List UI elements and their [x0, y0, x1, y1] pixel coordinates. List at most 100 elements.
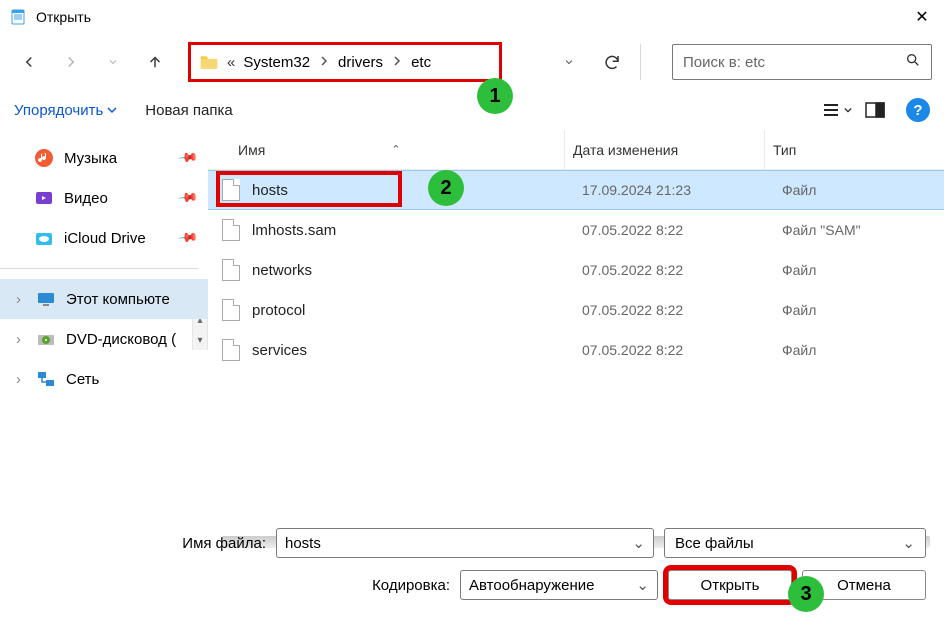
- file-date: 17.09.2024 21:23: [582, 182, 782, 198]
- file-icon: [222, 339, 240, 361]
- pin-icon: 📌: [177, 187, 200, 210]
- sidebar-item-label: Сеть: [66, 371, 99, 388]
- music-icon: [34, 148, 54, 168]
- back-button[interactable]: [12, 45, 46, 79]
- chevron-right-icon[interactable]: [320, 53, 328, 71]
- file-type: Файл "SAM": [782, 222, 944, 238]
- file-name: services: [252, 342, 582, 359]
- sidebar-item-this-pc[interactable]: › Этот компьюте: [0, 279, 208, 319]
- sidebar: Музыка 📌 Видео 📌 iCloud Drive 📌 ▴▾ › Это…: [0, 130, 208, 518]
- column-headers[interactable]: Имя ⌃ Дата изменения Тип: [208, 130, 944, 170]
- file-icon: [222, 299, 240, 321]
- dvd-icon: [36, 329, 56, 349]
- sidebar-item-label: Музыка: [64, 150, 117, 167]
- refresh-button[interactable]: [592, 53, 632, 71]
- encoding-select[interactable]: Автообнаружение ⌄: [460, 570, 658, 600]
- breadcrumb-seg-0[interactable]: System32: [239, 52, 314, 73]
- view-mode-button[interactable]: [820, 96, 854, 124]
- title-bar: Открыть ✕: [0, 0, 944, 34]
- sidebar-item-label: Этот компьюте: [66, 291, 170, 308]
- sidebar-item-video[interactable]: Видео 📌: [0, 178, 208, 218]
- column-date[interactable]: Дата изменения: [564, 130, 764, 169]
- sidebar-item-label: iCloud Drive: [64, 230, 146, 247]
- network-icon: [36, 369, 56, 389]
- pin-icon: 📌: [177, 227, 200, 250]
- recent-dropdown[interactable]: [96, 45, 130, 79]
- file-icon: [222, 259, 240, 281]
- search-icon: [905, 52, 921, 73]
- annotation-badge-1: 1: [477, 78, 513, 114]
- chevron-down-icon[interactable]: ⌄: [902, 534, 915, 552]
- filetype-filter[interactable]: Все файлы ⌄: [664, 528, 926, 558]
- filter-value: Все файлы: [675, 535, 754, 552]
- sidebar-item-network[interactable]: › Сеть: [0, 359, 208, 399]
- search-placeholder: Поиск в: etc: [683, 54, 905, 71]
- open-button[interactable]: Открыть: [668, 570, 792, 600]
- breadcrumb-seg-1[interactable]: drivers: [334, 52, 387, 73]
- video-icon: [34, 188, 54, 208]
- address-bar[interactable]: « System32 drivers etc: [188, 42, 502, 82]
- annotation-badge-2: 2: [428, 170, 464, 206]
- encoding-label: Кодировка:: [18, 577, 450, 594]
- breadcrumb-seg-2[interactable]: etc: [407, 52, 435, 73]
- new-folder-button[interactable]: Новая папка: [145, 102, 232, 119]
- filename-label: Имя файла:: [18, 535, 266, 552]
- file-type: Файл: [782, 182, 944, 198]
- expander-icon[interactable]: ›: [16, 371, 32, 388]
- column-name[interactable]: Имя ⌃: [238, 142, 564, 158]
- sort-asc-icon: ⌃: [391, 143, 400, 156]
- file-date: 07.05.2022 8:22: [582, 302, 782, 318]
- file-row[interactable]: hosts17.09.2024 21:23Файл: [208, 170, 944, 210]
- file-type: Файл: [782, 262, 944, 278]
- pin-icon: 📌: [177, 147, 200, 170]
- file-icon: [222, 219, 240, 241]
- file-row[interactable]: protocol07.05.2022 8:22Файл: [208, 290, 944, 330]
- up-button[interactable]: [138, 45, 172, 79]
- chevron-right-icon[interactable]: [393, 53, 401, 71]
- file-date: 07.05.2022 8:22: [582, 342, 782, 358]
- sidebar-item-icloud[interactable]: iCloud Drive 📌: [0, 218, 208, 258]
- folder-icon: [199, 53, 219, 71]
- command-bar: Упорядочить Новая папка ?: [0, 90, 944, 130]
- file-row[interactable]: lmhosts.sam07.05.2022 8:22Файл "SAM": [208, 210, 944, 250]
- file-name: hosts: [252, 182, 582, 199]
- file-date: 07.05.2022 8:22: [582, 262, 782, 278]
- file-list: Имя ⌃ Дата изменения Тип hosts17.09.2024…: [208, 130, 944, 518]
- close-button[interactable]: ✕: [900, 0, 944, 34]
- column-type[interactable]: Тип: [764, 130, 944, 169]
- breadcrumb-prefix: «: [227, 54, 235, 71]
- sidebar-item-music[interactable]: Музыка 📌: [0, 138, 208, 178]
- file-row[interactable]: networks07.05.2022 8:22Файл: [208, 250, 944, 290]
- icloud-icon: [34, 228, 54, 248]
- file-date: 07.05.2022 8:22: [582, 222, 782, 238]
- bottom-panel: Имя файла: hosts ⌄ Все файлы ⌄ Кодировка…: [0, 518, 944, 630]
- search-input[interactable]: Поиск в: etc: [672, 44, 932, 80]
- sidebar-item-label: DVD-дисковод (: [66, 331, 176, 348]
- preview-pane-button[interactable]: [858, 96, 892, 124]
- file-type: Файл: [782, 342, 944, 358]
- nav-toolbar: « System32 drivers etc Поиск в: etc: [0, 34, 944, 90]
- file-name: lmhosts.sam: [252, 222, 582, 239]
- encoding-value: Автообнаружение: [469, 577, 594, 594]
- forward-button[interactable]: [54, 45, 88, 79]
- file-type: Файл: [782, 302, 944, 318]
- window-title: Открыть: [36, 9, 900, 25]
- sidebar-item-label: Видео: [64, 190, 108, 207]
- organize-menu[interactable]: Упорядочить: [14, 102, 117, 119]
- file-name: networks: [252, 262, 582, 279]
- filename-value: hosts: [285, 535, 321, 552]
- expander-icon[interactable]: ›: [16, 331, 32, 348]
- sidebar-divider: [0, 268, 198, 269]
- expander-icon[interactable]: ›: [16, 291, 32, 308]
- address-dropdown[interactable]: [554, 56, 584, 68]
- pc-icon: [36, 289, 56, 309]
- file-row[interactable]: services07.05.2022 8:22Файл: [208, 330, 944, 370]
- filename-input[interactable]: hosts ⌄: [276, 528, 654, 558]
- organize-label: Упорядочить: [14, 102, 103, 119]
- chevron-down-icon[interactable]: ⌄: [632, 534, 645, 552]
- sidebar-item-dvd[interactable]: › DVD-дисковод (: [0, 319, 208, 359]
- file-name: protocol: [252, 302, 582, 319]
- help-button[interactable]: ?: [906, 98, 930, 122]
- chevron-down-icon[interactable]: ⌄: [636, 576, 649, 594]
- notepad-icon: [10, 9, 26, 25]
